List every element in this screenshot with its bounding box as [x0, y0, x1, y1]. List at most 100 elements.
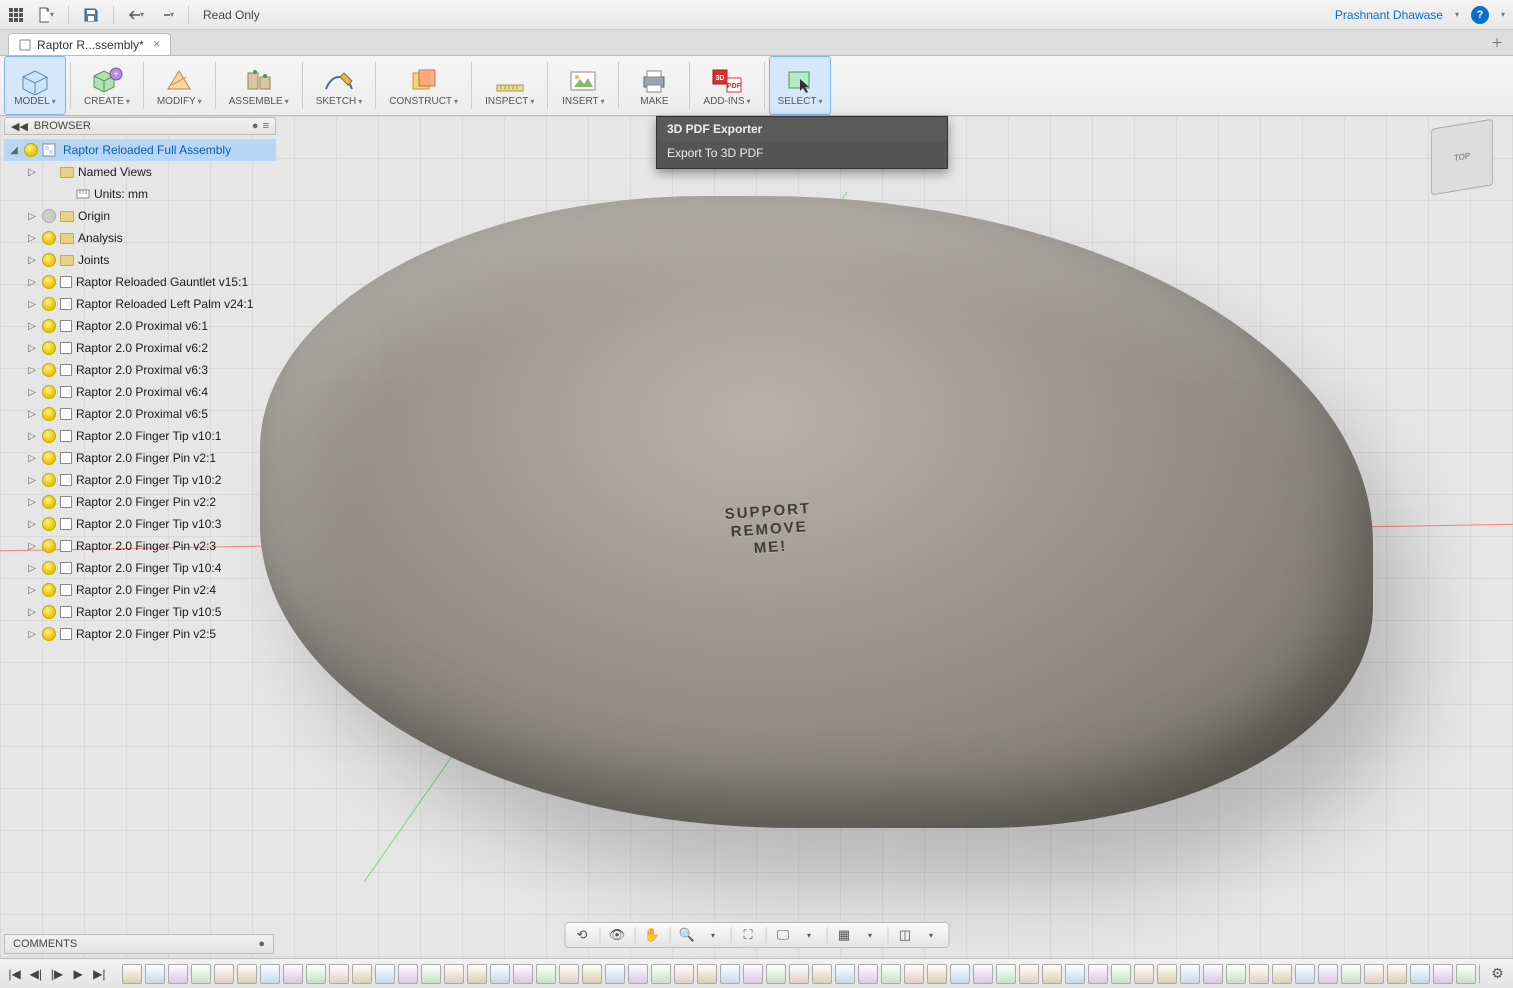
visibility-bulb-icon[interactable]	[42, 275, 56, 289]
timeline-feature[interactable]	[789, 964, 809, 984]
timeline-feature[interactable]	[1410, 964, 1430, 984]
visibility-bulb-icon[interactable]	[42, 561, 56, 575]
pan-tool-icon[interactable]: ✋	[641, 925, 663, 945]
timeline-feature[interactable]	[950, 964, 970, 984]
tree-twisty-icon[interactable]: ▷	[26, 321, 38, 332]
zoom-caret-icon[interactable]: ▾	[702, 925, 724, 945]
help-menu-caret-icon[interactable]: ▾	[1501, 10, 1505, 19]
ribbon-model-button[interactable]: MODEL▾	[4, 56, 66, 115]
tree-twisty-icon[interactable]: ▷	[26, 255, 38, 266]
tree-twisty-icon[interactable]: ▷	[26, 563, 38, 574]
tree-node[interactable]: ▷Raptor Reloaded Gauntlet v15:1	[4, 271, 276, 293]
timeline-feature[interactable]	[881, 964, 901, 984]
tree-node[interactable]: Units: mm	[4, 183, 276, 205]
tree-twisty-icon[interactable]: ▷	[26, 233, 38, 244]
visibility-bulb-icon[interactable]	[42, 605, 56, 619]
tree-node[interactable]: ▷Raptor 2.0 Finger Tip v10:1	[4, 425, 276, 447]
ribbon-sketch-button[interactable]: SKETCH▾	[307, 56, 372, 115]
zoom-tool-icon[interactable]: 🔍	[676, 925, 698, 945]
display-caret-icon[interactable]: ▾	[798, 925, 820, 945]
timeline-feature[interactable]	[927, 964, 947, 984]
timeline-feature[interactable]	[237, 964, 257, 984]
timeline-feature[interactable]	[421, 964, 441, 984]
ribbon-assemble-button[interactable]: ASSEMBLE▾	[220, 56, 298, 115]
timeline-feature[interactable]	[536, 964, 556, 984]
timeline-feature[interactable]	[260, 964, 280, 984]
timeline-skip-start-icon[interactable]: |◀	[6, 965, 23, 983]
timeline-feature[interactable]	[904, 964, 924, 984]
tree-twisty-icon[interactable]: ▷	[26, 453, 38, 464]
tree-twisty-icon[interactable]: ▷	[26, 475, 38, 486]
tree-node[interactable]: ▷Raptor 2.0 Finger Tip v10:5	[4, 601, 276, 623]
ribbon-insert-button[interactable]: INSERT▾	[552, 56, 614, 115]
timeline-feature[interactable]	[1433, 964, 1453, 984]
tree-node[interactable]: ▷Raptor 2.0 Proximal v6:3	[4, 359, 276, 381]
ribbon-construct-button[interactable]: CONSTRUCT▾	[380, 56, 467, 115]
viewports-tool-icon[interactable]: ◫	[894, 925, 916, 945]
ribbon-addins-button[interactable]: 3DPDFADD-INS▾	[694, 56, 759, 115]
timeline-feature[interactable]	[1456, 964, 1476, 984]
timeline-feature[interactable]	[1065, 964, 1085, 984]
tree-twisty-icon[interactable]: ▷	[26, 497, 38, 508]
timeline-feature[interactable]	[122, 964, 142, 984]
tree-node[interactable]: ▷Raptor 2.0 Proximal v6:1	[4, 315, 276, 337]
timeline-feature[interactable]	[1341, 964, 1361, 984]
timeline-feature[interactable]	[651, 964, 671, 984]
tree-twisty-icon[interactable]: ◢	[8, 145, 20, 156]
ribbon-create-button[interactable]: +CREATE▾	[75, 56, 139, 115]
timeline-feature[interactable]	[766, 964, 786, 984]
viewports-caret-icon[interactable]: ▾	[920, 925, 942, 945]
tree-node[interactable]: ▷Joints	[4, 249, 276, 271]
timeline-step-back-icon[interactable]: ◀|	[27, 965, 44, 983]
grid-tool-icon[interactable]: ▦	[833, 925, 855, 945]
ribbon-inspect-button[interactable]: INSPECT▾	[476, 56, 543, 115]
timeline-feature[interactable]	[720, 964, 740, 984]
ribbon-modify-button[interactable]: MODIFY▾	[148, 56, 211, 115]
tree-node[interactable]: ▷Raptor 2.0 Proximal v6:4	[4, 381, 276, 403]
visibility-bulb-icon[interactable]	[24, 143, 38, 157]
timeline-settings-icon[interactable]: ⚙	[1488, 964, 1507, 984]
timeline-feature[interactable]	[1111, 964, 1131, 984]
timeline-feature[interactable]	[329, 964, 349, 984]
visibility-bulb-icon[interactable]	[42, 209, 56, 223]
visibility-bulb-icon[interactable]	[42, 363, 56, 377]
tree-twisty-icon[interactable]: ▷	[26, 343, 38, 354]
timeline-feature[interactable]	[996, 964, 1016, 984]
timeline-feature[interactable]	[1479, 964, 1480, 984]
timeline-feature[interactable]	[1387, 964, 1407, 984]
timeline-feature[interactable]	[1272, 964, 1292, 984]
timeline-feature[interactable]	[1019, 964, 1039, 984]
timeline-feature[interactable]	[444, 964, 464, 984]
timeline-feature[interactable]	[628, 964, 648, 984]
visibility-bulb-icon[interactable]	[42, 429, 56, 443]
timeline-feature[interactable]	[1042, 964, 1062, 984]
document-tab[interactable]: Raptor R...ssembly* ×	[8, 33, 171, 55]
comments-panel-header[interactable]: COMMENTS ●	[4, 934, 274, 954]
tree-node[interactable]: ▷Raptor 2.0 Finger Pin v2:5	[4, 623, 276, 645]
view-cube[interactable]: TOP	[1431, 119, 1493, 196]
visibility-bulb-icon[interactable]	[42, 231, 56, 245]
timeline-feature[interactable]	[582, 964, 602, 984]
tree-twisty-icon[interactable]: ▷	[26, 629, 38, 640]
visibility-bulb-icon[interactable]	[42, 341, 56, 355]
timeline-feature[interactable]	[1203, 964, 1223, 984]
visibility-bulb-icon[interactable]	[42, 583, 56, 597]
tree-twisty-icon[interactable]: ▷	[26, 607, 38, 618]
help-icon[interactable]: ?	[1471, 6, 1489, 24]
timeline-skip-end-icon[interactable]: ▶|	[91, 965, 108, 983]
browser-menu-icon[interactable]: ≡	[263, 120, 269, 132]
timeline-feature[interactable]	[743, 964, 763, 984]
new-tab-button[interactable]: ＋	[1481, 30, 1513, 55]
tree-node[interactable]: ▷Raptor 2.0 Finger Pin v2:4	[4, 579, 276, 601]
look-tool-icon[interactable]: 👁	[606, 925, 628, 945]
tree-twisty-icon[interactable]: ▷	[26, 585, 38, 596]
timeline-feature[interactable]	[1318, 964, 1338, 984]
user-menu-caret-icon[interactable]: ▾	[1455, 10, 1459, 19]
visibility-bulb-icon[interactable]	[42, 253, 56, 267]
tree-node[interactable]: ▷Raptor 2.0 Finger Pin v2:1	[4, 447, 276, 469]
tree-node[interactable]: ▷Raptor 2.0 Finger Tip v10:2	[4, 469, 276, 491]
visibility-bulb-icon[interactable]	[42, 627, 56, 641]
browser-bullet-icon[interactable]: ●	[252, 120, 259, 132]
visibility-bulb-icon[interactable]	[42, 297, 56, 311]
visibility-bulb-icon[interactable]	[42, 407, 56, 421]
